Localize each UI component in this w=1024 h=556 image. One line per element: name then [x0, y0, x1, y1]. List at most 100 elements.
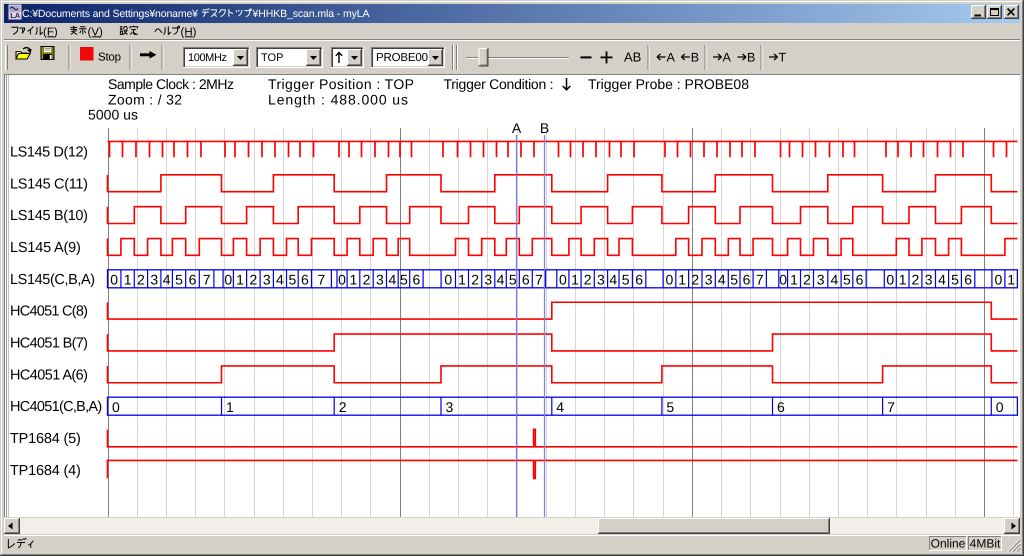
- svg-text:HC4051 B(7): HC4051 B(7): [10, 336, 88, 352]
- svg-text:6: 6: [964, 272, 972, 288]
- svg-text:B: B: [540, 120, 549, 136]
- svg-text:HC4051 A(6): HC4051 A(6): [10, 367, 88, 383]
- svg-text:LS145 C(11): LS145 C(11): [10, 176, 88, 192]
- svg-text:A: A: [723, 51, 732, 65]
- svg-text:1: 1: [236, 272, 244, 288]
- svg-text:0: 0: [779, 272, 787, 288]
- svg-text:5: 5: [622, 272, 630, 288]
- svg-text:5: 5: [730, 272, 738, 288]
- svg-text:7: 7: [756, 272, 764, 288]
- svg-text:T: T: [779, 51, 787, 65]
- svg-text:5000 us: 5000 us: [88, 107, 138, 123]
- svg-text:1: 1: [124, 272, 132, 288]
- svg-text:LS145 A(9): LS145 A(9): [10, 240, 81, 256]
- svg-text:1: 1: [678, 272, 686, 288]
- svg-text:5: 5: [175, 272, 183, 288]
- svg-text:3: 3: [705, 272, 713, 288]
- svg-text:2: 2: [137, 272, 145, 288]
- svg-text:4: 4: [609, 272, 617, 288]
- svg-text:0: 0: [996, 399, 1004, 415]
- svg-text:3: 3: [817, 272, 825, 288]
- svg-text:LS145 D(12): LS145 D(12): [10, 144, 88, 160]
- svg-text:A: A: [667, 51, 676, 65]
- svg-text:0: 0: [110, 272, 118, 288]
- svg-text:1: 1: [350, 272, 358, 288]
- svg-text:A: A: [512, 120, 522, 136]
- svg-text:7: 7: [535, 272, 543, 288]
- svg-text:7: 7: [887, 399, 895, 415]
- svg-text:TP1684 (4): TP1684 (4): [10, 463, 81, 479]
- svg-text:1: 1: [226, 399, 234, 415]
- svg-text:4: 4: [831, 272, 839, 288]
- svg-text:3: 3: [597, 272, 605, 288]
- svg-text:5: 5: [509, 272, 517, 288]
- svg-text:Stop: Stop: [98, 52, 121, 64]
- svg-text:4: 4: [497, 272, 505, 288]
- svg-text:1: 1: [899, 272, 907, 288]
- svg-text:0: 0: [886, 272, 894, 288]
- svg-text:1: 1: [458, 272, 466, 288]
- svg-text:LS145 B(10): LS145 B(10): [10, 208, 88, 224]
- svg-text:0: 0: [995, 272, 1003, 288]
- svg-text:5: 5: [400, 272, 408, 288]
- svg-text:0: 0: [666, 272, 674, 288]
- svg-text:6: 6: [522, 272, 530, 288]
- svg-text:AB: AB: [624, 50, 641, 65]
- svg-text:0: 0: [224, 272, 232, 288]
- svg-text:Zoom : / 32: Zoom : / 32: [108, 92, 182, 108]
- svg-text:Sample Clock : 2MHz: Sample Clock : 2MHz: [108, 76, 234, 92]
- svg-text:TP1684 (5): TP1684 (5): [10, 431, 81, 447]
- svg-text:2: 2: [471, 272, 479, 288]
- svg-text:LS145(C,B,A): LS145(C,B,A): [10, 272, 95, 288]
- svg-text:5: 5: [288, 272, 296, 288]
- svg-text:Trigger Condition :: Trigger Condition :: [444, 76, 554, 92]
- svg-text:3: 3: [376, 272, 384, 288]
- svg-text:TOP: TOP: [261, 52, 283, 64]
- svg-text:3: 3: [446, 399, 454, 415]
- svg-text:6: 6: [413, 272, 421, 288]
- svg-text:3: 3: [150, 272, 158, 288]
- svg-text:5: 5: [666, 399, 674, 415]
- svg-text:3: 3: [484, 272, 492, 288]
- svg-text:6: 6: [743, 272, 751, 288]
- svg-text:HC4051(C,B,A): HC4051(C,B,A): [10, 399, 102, 415]
- svg-text:6: 6: [189, 272, 197, 288]
- svg-text:6: 6: [777, 399, 785, 415]
- svg-text:0: 0: [559, 272, 567, 288]
- svg-text:4: 4: [276, 272, 284, 288]
- svg-text:¥HHKB_scan.mla - myLA: ¥HHKB_scan.mla - myLA: [252, 8, 370, 20]
- svg-text:0: 0: [338, 272, 346, 288]
- svg-text:Length : 488.000 us: Length : 488.000 us: [268, 92, 408, 108]
- svg-text:4: 4: [388, 272, 396, 288]
- svg-text:6: 6: [301, 272, 309, 288]
- svg-text:4: 4: [718, 272, 726, 288]
- svg-text:1: 1: [1007, 272, 1015, 288]
- svg-text:4: 4: [938, 272, 946, 288]
- svg-text:5: 5: [951, 272, 959, 288]
- svg-text:2: 2: [363, 272, 371, 288]
- svg-text:2: 2: [249, 272, 257, 288]
- svg-text:3: 3: [925, 272, 933, 288]
- svg-text:Trigger Position : TOP: Trigger Position : TOP: [268, 76, 414, 92]
- svg-text:6: 6: [856, 272, 864, 288]
- svg-text:2: 2: [803, 272, 811, 288]
- svg-text:3: 3: [263, 272, 271, 288]
- svg-text:Online: Online: [931, 537, 966, 551]
- svg-text:2: 2: [691, 272, 699, 288]
- svg-text:4: 4: [163, 272, 171, 288]
- svg-text:HC4051 C(8): HC4051 C(8): [10, 304, 88, 320]
- svg-text:2: 2: [912, 272, 920, 288]
- svg-text:0: 0: [112, 399, 120, 415]
- svg-text:4MBit: 4MBit: [970, 537, 1001, 551]
- svg-text:4: 4: [556, 399, 564, 415]
- svg-text:1: 1: [571, 272, 579, 288]
- svg-text:LA: LA: [10, 11, 21, 20]
- svg-text:2: 2: [339, 399, 347, 415]
- svg-text:7: 7: [318, 272, 326, 288]
- svg-text:5: 5: [843, 272, 851, 288]
- svg-text:100MHz: 100MHz: [188, 52, 227, 64]
- svg-text:C:¥Documents and Settings¥nona: C:¥Documents and Settings¥noname¥: [22, 8, 198, 20]
- svg-text:7: 7: [203, 272, 211, 288]
- svg-text:B: B: [747, 51, 755, 65]
- svg-text:6: 6: [635, 272, 643, 288]
